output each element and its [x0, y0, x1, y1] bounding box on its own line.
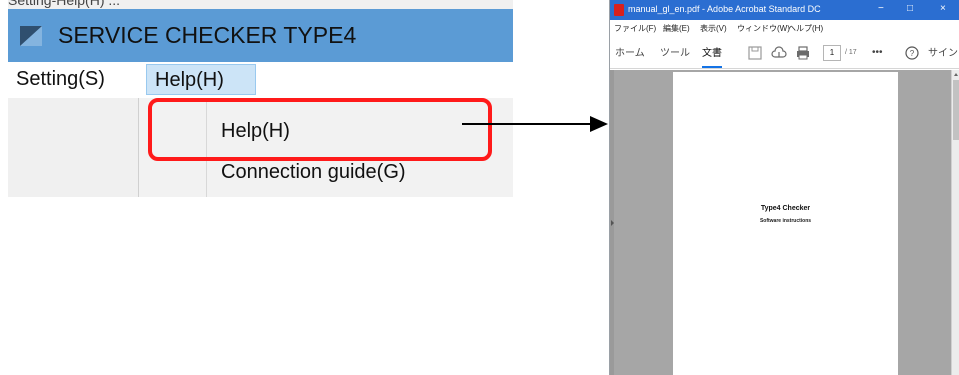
- acrobat-menu-bar: ファイル(F) 編集(E) 表示(V) ウィンドウ(W) ヘルプ(H): [610, 20, 959, 37]
- document-subheading: Software instructions: [759, 218, 812, 224]
- menu-bar: Setting(S) Help(H): [8, 62, 513, 98]
- pdf-page: Type4 Checker Software instructions: [673, 72, 898, 375]
- menu-edit[interactable]: 編集(E): [663, 23, 690, 34]
- acrobat-window: manual_gl_en.pdf - Adobe Acrobat Standar…: [609, 0, 959, 375]
- menu-window[interactable]: ウィンドウ(W): [737, 23, 790, 34]
- app-title: SERVICE CHECKER TYPE4: [58, 22, 357, 48]
- clipped-caption: Setting-Help(H) ...: [8, 0, 121, 8]
- acrobat-titlebar: manual_gl_en.pdf - Adobe Acrobat Standar…: [610, 0, 959, 20]
- menu-help[interactable]: ヘルプ(H): [788, 23, 823, 34]
- menu-item-connection-guide[interactable]: Connection guide(G): [221, 158, 406, 186]
- vertical-scrollbar[interactable]: [951, 70, 959, 375]
- sign-in-button[interactable]: サインイン: [928, 47, 959, 60]
- tab-tools[interactable]: ツール: [660, 47, 690, 60]
- print-icon[interactable]: [795, 45, 811, 61]
- arrow-icon: [462, 116, 608, 132]
- minimize-button[interactable]: −: [878, 2, 884, 16]
- close-button[interactable]: ×: [940, 2, 946, 16]
- expand-arrow-icon: [611, 220, 614, 226]
- app-window-crop: Setting-Help(H) ... SERVICE CHECKER TYPE…: [8, 0, 513, 197]
- acrobat-window-title: manual_gl_en.pdf - Adobe Acrobat Standar…: [628, 4, 821, 14]
- app-logo-icon: [20, 26, 42, 46]
- menu-view[interactable]: 表示(V): [700, 23, 727, 34]
- page-number-input[interactable]: 1: [823, 45, 841, 61]
- menu-help[interactable]: Help(H): [146, 64, 256, 95]
- document-viewer: Type4 Checker Software instructions: [610, 70, 959, 375]
- menu-setting[interactable]: Setting(S): [10, 64, 111, 95]
- side-panel-toggle[interactable]: [610, 70, 614, 375]
- tab-home[interactable]: ホーム: [615, 47, 645, 60]
- svg-text:?: ?: [910, 49, 915, 58]
- more-tools-button[interactable]: •••: [872, 46, 883, 59]
- document-heading: Type4 Checker: [760, 205, 811, 212]
- save-icon[interactable]: [747, 45, 763, 61]
- highlight-box: [148, 98, 492, 161]
- tab-document[interactable]: 文書: [702, 47, 722, 60]
- page-total: / 17: [845, 49, 857, 56]
- scroll-thumb[interactable]: [953, 80, 959, 140]
- cloud-upload-icon[interactable]: [771, 45, 787, 61]
- app-titlebar: SERVICE CHECKER TYPE4: [8, 9, 513, 62]
- pdf-file-icon: [614, 4, 624, 16]
- acrobat-toolbar: ホーム ツール 文書 1 / 17 ••• ? サインイン: [610, 37, 959, 69]
- menu-file[interactable]: ファイル(F): [614, 23, 656, 34]
- maximize-button[interactable]: □: [907, 2, 913, 16]
- active-tab-indicator: [702, 66, 722, 68]
- help-icon[interactable]: ?: [904, 45, 920, 61]
- scroll-up-icon[interactable]: [954, 73, 958, 76]
